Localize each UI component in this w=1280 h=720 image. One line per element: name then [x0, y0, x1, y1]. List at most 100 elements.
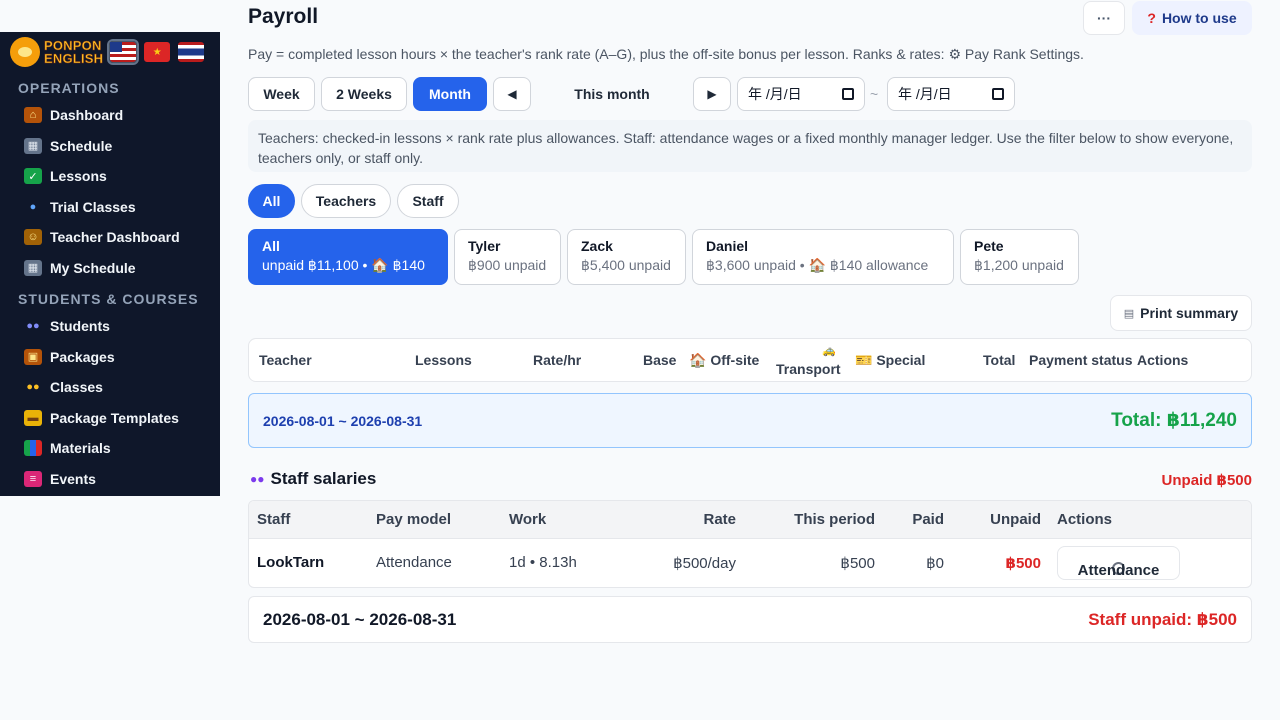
info-notice: Teachers: checked-in lessons × rank rate… [248, 120, 1252, 172]
col-payment-status[interactable]: Payment status [1029, 352, 1132, 368]
attendance-button[interactable]: Attendance [1057, 546, 1180, 580]
sidebar-item-events[interactable]: ≡ Events [0, 464, 220, 495]
question-icon: ? [1147, 10, 1156, 26]
sidebar-item-my-schedule[interactable]: ▦ My Schedule [0, 253, 220, 284]
attendance-label: Attendance [1077, 562, 1160, 579]
sidebar-item-classes[interactable]: ●● Classes [0, 372, 220, 403]
sidebar-item-label: Schedule [50, 137, 113, 154]
next-period-button[interactable]: ▶ [693, 77, 731, 111]
col-teacher[interactable]: Teacher [259, 352, 312, 368]
col-total[interactable]: Total [983, 352, 1015, 368]
logo-line2: ENGLISH [44, 51, 104, 66]
group-icon: ●● [26, 381, 40, 394]
flag-th-icon[interactable] [177, 41, 206, 63]
period-month-button[interactable]: Month [413, 77, 487, 111]
sidebar-item-teacher-dashboard[interactable]: ☺ Teacher Dashboard [0, 222, 220, 253]
sidebar-item-label: Packages [50, 348, 115, 365]
card-name: Daniel [706, 238, 749, 254]
house-icon: ⌂ [24, 107, 42, 124]
teacher-card-tyler[interactable]: Tyler ฿900 unpaid [454, 229, 561, 285]
paid-value: ฿0 [926, 555, 944, 572]
col-paid: Paid [912, 511, 944, 528]
card-sub: ฿900 unpaid [468, 257, 547, 273]
table-row: LookTarn Attendance 1d • 8.13h ฿500/day … [249, 539, 1251, 587]
how-to-use-button[interactable]: ? How to use [1132, 1, 1252, 35]
prev-period-button[interactable]: ◀ [493, 77, 531, 111]
sidebar-header: PONPON ENGLISH ★ [0, 32, 220, 72]
teacher-icon: ☺ [24, 229, 42, 246]
sidebar-item-schedule[interactable]: ▦ Schedule [0, 131, 220, 162]
col-rate[interactable]: Rate/hr [533, 352, 581, 368]
unpaid-value: ฿500 [1005, 555, 1041, 572]
card-name: Zack [581, 238, 613, 254]
date-from-value: 年 /月/日 [748, 86, 802, 102]
col-special[interactable]: 🎫 Special [855, 352, 925, 369]
teacher-card-pete[interactable]: Pete ฿1,200 unpaid [960, 229, 1079, 285]
card-sub: ฿5,400 unpaid [581, 257, 671, 273]
staff-name: LookTarn [257, 554, 325, 571]
printer-icon: ▤ [1123, 307, 1135, 320]
col-actions: Actions [1137, 352, 1189, 368]
filter-teachers-chip[interactable]: Teachers [301, 184, 391, 218]
card-sub: ฿1,200 unpaid [974, 257, 1064, 273]
staff-table-header: Staff Pay model Work Rate This period Pa… [249, 501, 1251, 539]
sidebar-item-label: My Schedule [50, 259, 136, 276]
flag-us-icon[interactable] [109, 41, 138, 63]
filter-staff-chip[interactable]: Staff [397, 184, 459, 218]
col-transport[interactable]: Transport [776, 361, 841, 377]
col-base[interactable]: Base [643, 352, 676, 368]
staff-unpaid-total: Unpaid ฿500 [1161, 472, 1252, 489]
sidebar-item-label: Lessons [50, 168, 107, 185]
sidebar-item-dashboard[interactable]: ⌂ Dashboard [0, 100, 220, 131]
pay-model: Attendance [376, 554, 452, 571]
date-range-separator: ~ [870, 86, 879, 102]
box-icon: ▣ [24, 348, 42, 365]
period-2weeks-button[interactable]: 2 Weeks [321, 77, 407, 111]
calendar-icon[interactable] [842, 88, 854, 100]
flag-vn-icon[interactable]: ★ [143, 41, 172, 63]
teacher-card-zack[interactable]: Zack ฿5,400 unpaid [567, 229, 686, 285]
card-name: Tyler [468, 238, 501, 254]
logo-mascot-icon [10, 37, 40, 67]
sidebar-item-students[interactable]: ●● Students [0, 311, 220, 342]
sidebar-item-lessons[interactable]: ✓ Lessons [0, 161, 220, 192]
staff-period-unpaid: Staff unpaid: ฿500 [1088, 609, 1237, 629]
staff-period-summary: 2026-08-01 ~ 2026-08-31 Staff unpaid: ฿5… [248, 596, 1252, 643]
date-from-input[interactable]: 年 /月/日 [737, 77, 865, 111]
sidebar-item-label: Dashboard [50, 107, 124, 124]
taxi-icon: 🚕 [822, 345, 836, 357]
print-summary-button[interactable]: ▤ Print summary [1110, 295, 1252, 331]
sidebar-item-package-templates[interactable]: ▬ Package Templates [0, 403, 220, 434]
sidebar-item-trial-classes[interactable]: ● Trial Classes [0, 192, 220, 223]
staff-period-range: 2026-08-01 ~ 2026-08-31 [263, 609, 457, 629]
rate-value: ฿500/day [673, 555, 736, 572]
col-actions: Actions [1057, 511, 1113, 528]
more-button[interactable]: ··· [1083, 1, 1125, 35]
col-unpaid: Unpaid [990, 511, 1041, 528]
checkbox-icon: ✓ [24, 168, 42, 185]
period-total: Total: ฿11,240 [1111, 410, 1237, 431]
people-icon: ●● [250, 472, 265, 486]
filter-all-chip[interactable]: All [248, 184, 295, 218]
col-lessons[interactable]: Lessons [415, 352, 472, 368]
teacher-card-all[interactable]: All unpaid ฿11,100 • 🏠 ฿140 [248, 229, 448, 285]
page-description: Pay = completed lesson hours × the teach… [248, 46, 1084, 62]
sidebar-item-packages[interactable]: ▣ Packages [0, 342, 220, 373]
logo[interactable]: PONPON ENGLISH [10, 37, 103, 67]
col-offsite[interactable]: 🏠 Off-site [689, 352, 759, 369]
date-to-input[interactable]: 年 /月/日 [887, 77, 1015, 111]
sidebar: PONPON ENGLISH ★ OPERATIONS ⌂ Dashboard … [0, 32, 220, 496]
work-summary: 1d • 8.13h [509, 554, 577, 571]
sidebar-item-label: Trial Classes [50, 198, 136, 215]
sidebar-item-materials[interactable]: Materials [0, 433, 220, 464]
sidebar-item-label: Classes [50, 379, 103, 396]
sidebar-item-label: Events [50, 470, 96, 487]
sidebar-item-label: Package Templates [50, 409, 179, 426]
calendar-icon[interactable] [992, 88, 1004, 100]
period-week-button[interactable]: Week [248, 77, 315, 111]
staff-salaries-heading: ●● Staff salaries [250, 469, 376, 489]
teacher-period-summary: 2026-08-01 ~ 2026-08-31 Total: ฿11,240 [248, 393, 1252, 448]
col-work: Work [509, 511, 547, 528]
col-staff: Staff [257, 511, 291, 528]
teacher-card-daniel[interactable]: Daniel ฿3,600 unpaid • 🏠 ฿140 allowance [692, 229, 954, 285]
